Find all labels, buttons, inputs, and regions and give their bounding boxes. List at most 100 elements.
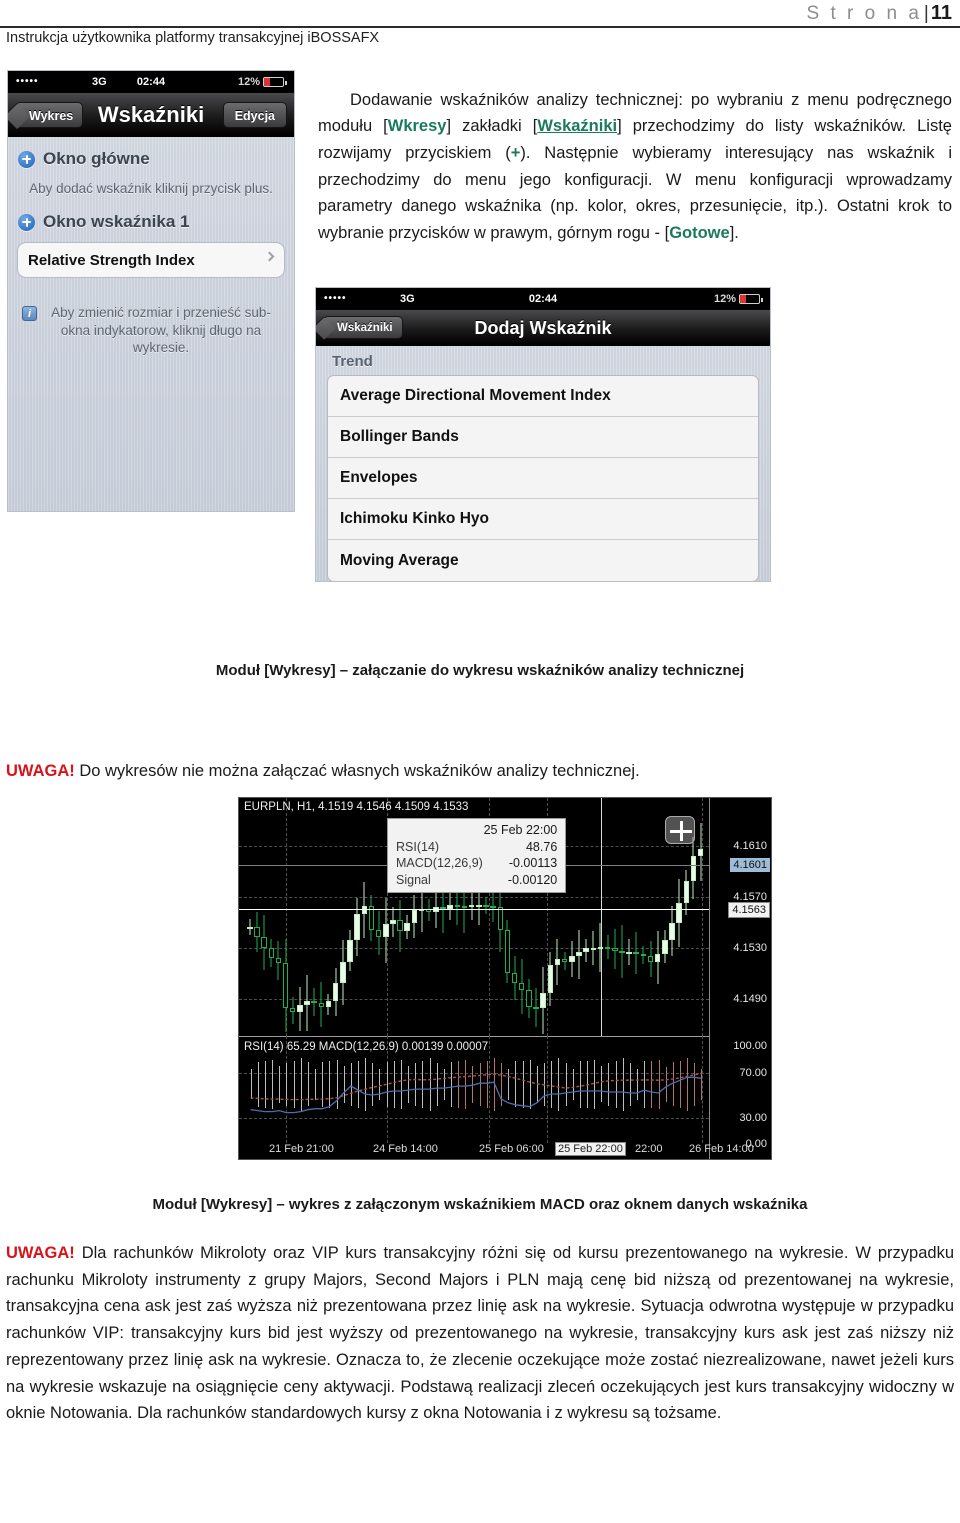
data-window-value: -0.00113 xyxy=(508,856,558,870)
list-item[interactable]: Ichimoku Kinko Hyo xyxy=(328,499,758,540)
list-item-label: Ichimoku Kinko Hyo xyxy=(340,510,489,527)
group-main-window[interactable]: Okno główne xyxy=(8,137,294,175)
list-item[interactable]: Bollinger Bands xyxy=(328,417,758,458)
data-window-timestamp-row: 25 Feb 22:00 xyxy=(396,822,558,839)
data-window-value: -0.00120 xyxy=(507,872,558,887)
chart-subheader: RSI(14) 65.29 MACD(12,26.9) 0.00139 0.00… xyxy=(244,1041,489,1053)
data-window-row: MACD(12,26,9) -0.00113 xyxy=(396,855,557,872)
data-window-value: 48.76 xyxy=(525,839,558,854)
signal-line xyxy=(250,1072,702,1101)
data-window-row: RSI(14) 48.76 xyxy=(396,839,557,856)
carrier-label: 3G xyxy=(400,293,415,305)
battery-icon xyxy=(263,77,287,87)
data-window-row: Signal -0.00120 xyxy=(396,872,557,889)
ask-price-badge: 4.1563 xyxy=(728,902,770,918)
time-tick: 24 Feb 14:00 xyxy=(373,1143,438,1155)
status-clock: 02:44 xyxy=(136,76,166,88)
indicator-tick: 100.00 xyxy=(733,1040,767,1052)
header-subtitle: Instrukcja użytkownika platformy transak… xyxy=(6,30,380,46)
signal-dots-icon: ••••• xyxy=(16,76,39,87)
caption-figure-2: Moduł [Wykresy] – wykres z załączonym ws… xyxy=(152,1196,808,1213)
ios-status-bar: ••••• 3G 02:44 12% xyxy=(316,288,770,310)
warning-2-label: UWAGA! xyxy=(6,1244,75,1262)
data-window-label: MACD(12,26,9) xyxy=(396,856,483,870)
back-button-wykres[interactable]: Wykres xyxy=(15,102,84,128)
intro-highlight-gotowe: Gotowe xyxy=(669,224,730,243)
time-tick: 25 Feb 06:00 xyxy=(479,1143,544,1155)
battery-percent: 12% xyxy=(237,76,260,88)
navbar-title: Wskaźniki xyxy=(97,102,205,127)
time-tick: 22:00 xyxy=(635,1143,663,1155)
time-tick: 21 Feb 21:00 xyxy=(269,1143,334,1155)
group-indicator-window-1-label: Okno wskaźnika 1 xyxy=(43,212,190,231)
strona-number: 11 xyxy=(930,2,952,24)
info-hint-text: Aby zmienić rozmiar i przenieść sub-okna… xyxy=(51,305,271,356)
info-icon: i xyxy=(22,306,37,321)
list-item-label: Envelopes xyxy=(340,469,418,486)
list-item-label: Moving Average xyxy=(340,551,459,569)
ios-navbar: Wskaźniki Dodaj Wskaźnik xyxy=(316,310,770,346)
indicator-list: Average Directional Movement Index Bolli… xyxy=(327,375,759,581)
bid-price-badge: 4.1601 xyxy=(730,858,770,872)
plus-icon[interactable] xyxy=(18,213,35,231)
signal-dots-icon: ••••• xyxy=(324,293,347,304)
intro-paragraph: Dodawanie wskaźników analizy technicznej… xyxy=(318,87,952,247)
warning-1-text: Do wykresów nie można załączać własnych … xyxy=(74,762,640,780)
strona-label: S t r o n a xyxy=(806,3,922,24)
plus-icon[interactable] xyxy=(18,150,35,168)
chart-title: EURPLN, H1, 4.1519 4.1546 4.1509 4.1533 xyxy=(244,801,469,813)
indicators-body: Okno główne Aby dodać wskaźnik kliknij p… xyxy=(8,137,294,511)
intro-part-5: ]. xyxy=(729,224,739,243)
data-window-label: Signal xyxy=(396,872,431,887)
intro-highlight-wkresy: Wkresy xyxy=(387,117,447,136)
intro-part-2: ] zakładki [ xyxy=(446,117,538,136)
status-clock: 02:44 xyxy=(528,293,558,305)
group-main-window-note: Aby dodać wskaźnik kliknij przycisk plus… xyxy=(29,181,273,196)
ios-status-bar: ••••• 3G 02:44 12% xyxy=(8,71,294,93)
list-item-rsi-label: Relative Strength Index xyxy=(28,251,195,269)
group-main-window-label: Okno główne xyxy=(43,149,150,168)
battery-percent: 12% xyxy=(713,293,736,305)
list-item-rsi[interactable]: Relative Strength Index xyxy=(17,242,285,278)
indicator-tick: 30.00 xyxy=(739,1112,767,1124)
list-item[interactable]: Moving Average xyxy=(328,540,758,581)
list-item[interactable]: Envelopes xyxy=(328,458,758,499)
warning-2-text: Dla rachunków Mikroloty oraz VIP kurs tr… xyxy=(6,1244,954,1423)
data-window: 25 Feb 22:00 RSI(14) 48.76 MACD(12,26,9)… xyxy=(387,818,567,893)
time-tick: 26 Feb 14:00 xyxy=(689,1143,754,1155)
add-indicator-body: Trend Average Directional Movement Index… xyxy=(316,346,770,581)
warning-1: UWAGA! Do wykresów nie można załączać wł… xyxy=(6,758,954,785)
carrier-label: 3G xyxy=(92,76,107,88)
group-indicator-window-1[interactable]: Okno wskaźnika 1 xyxy=(8,200,294,238)
list-item-label: Bollinger Bands xyxy=(340,428,459,445)
chevron-right-icon xyxy=(264,251,275,262)
rsi-line xyxy=(250,1076,702,1114)
caption-figure-1: Moduł [Wykresy] – załączanie do wykresu … xyxy=(215,662,745,679)
back-button-wskazniki[interactable]: Wskaźniki xyxy=(323,316,403,339)
screenshot-add-indicator: ••••• 3G 02:44 12% Wskaźniki Dodaj Wskaź… xyxy=(315,287,771,582)
screenshot-indicators-list: ••••• 3G 02:44 12% Wykres Wskaźniki Edyc… xyxy=(7,70,295,512)
page-number-block: S t r o n a | 11 xyxy=(807,2,952,25)
list-item[interactable]: Average Directional Movement Index xyxy=(328,376,758,417)
section-label-trend: Trend xyxy=(332,353,373,370)
strona-separator: | xyxy=(923,3,929,24)
ios-navbar: Wykres Wskaźniki Edycja xyxy=(8,93,294,137)
mt4-chart[interactable]: EURPLN, H1, 4.1519 4.1546 4.1509 4.1533 … xyxy=(238,797,772,1160)
battery-icon xyxy=(739,294,763,304)
crosshair-icon[interactable] xyxy=(665,816,695,844)
data-window-label: RSI(14) xyxy=(396,839,440,854)
navbar-title: Dodaj Wskaźnik xyxy=(474,318,612,338)
price-tick: 4.1490 xyxy=(733,993,767,1005)
price-tick: 4.1610 xyxy=(733,840,767,852)
warning-2: UWAGA! Dla rachunków Mikroloty oraz VIP … xyxy=(6,1240,954,1427)
page-header: S t r o n a | 11 Instrukcja użytkownika pl… xyxy=(0,0,960,56)
time-axis: 21 Feb 21:00 24 Feb 14:00 25 Feb 06:00 2… xyxy=(239,1141,771,1159)
price-axis: 4.1610 4.1570 4.1530 4.1490 4.1601 4.156… xyxy=(709,798,771,1159)
edit-button[interactable]: Edycja xyxy=(222,102,287,128)
header-divider xyxy=(0,26,960,28)
time-tick-selected: 25 Feb 22:00 xyxy=(555,1142,626,1156)
data-window-timestamp: 25 Feb 22:00 xyxy=(483,823,558,837)
price-tick: 4.1530 xyxy=(733,942,767,954)
indicator-tick: 70.00 xyxy=(739,1067,767,1079)
intro-highlight-plus: + xyxy=(510,143,521,162)
